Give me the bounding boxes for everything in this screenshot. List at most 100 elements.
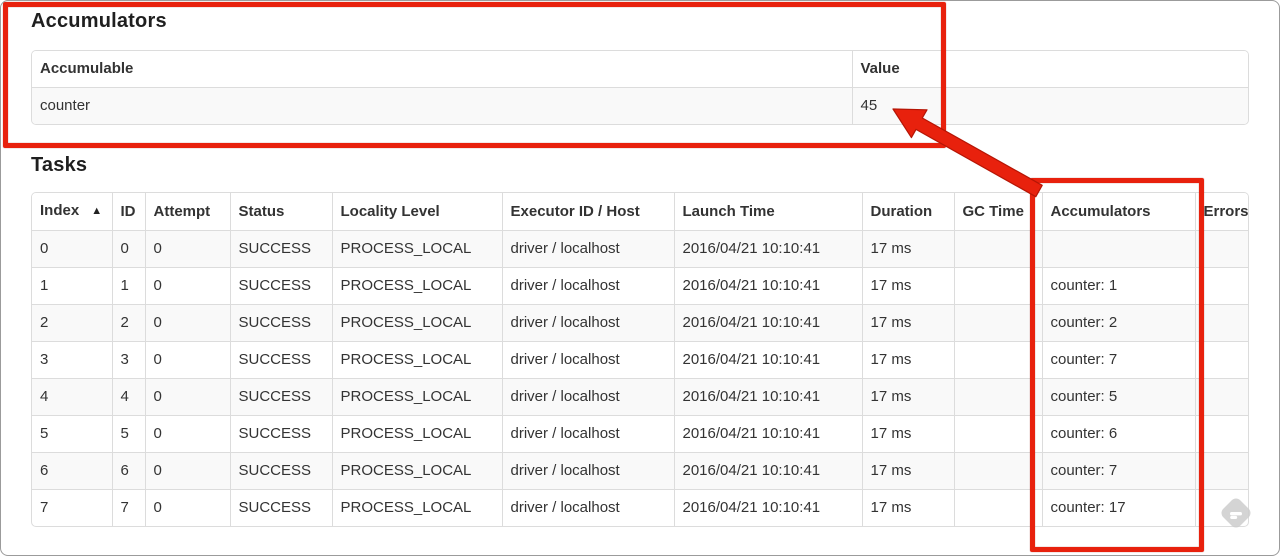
table-cell-errors — [1195, 267, 1248, 305]
column-header-label: Value — [860, 60, 900, 77]
column-header-label: GC Time — [962, 202, 1024, 220]
column-header-label: Accumulable — [40, 60, 134, 77]
table-cell-index: 3 — [32, 341, 113, 379]
table-cell-locality-level: PROCESS_LOCAL — [332, 341, 503, 379]
column-header-label: Locality Level — [340, 202, 440, 220]
column-header-duration[interactable]: Duration — [862, 193, 955, 231]
table-cell-status: SUCCESS — [230, 415, 333, 453]
table-cell-index: 2 — [32, 304, 113, 342]
table-cell-index: 1 — [32, 267, 113, 305]
column-header-label: Executor ID / Host — [510, 202, 640, 220]
column-header-label: Attempt — [153, 202, 211, 220]
table-row: 4 4 0 SUCCESS PROCESS_LOCAL driver / localhos… — [32, 378, 1248, 416]
column-header-label: Errors — [1203, 202, 1249, 220]
table-cell-attempt: 0 — [145, 267, 231, 305]
table-cell-accumulators — [1042, 230, 1196, 268]
table-cell-attempt: 0 — [145, 230, 231, 268]
page-frame: Accumulators Accumulable Value counter 45 T… — [0, 0, 1280, 556]
table-cell-index: 0 — [32, 230, 113, 268]
table-cell-attempt: 0 — [145, 304, 231, 342]
accumulators-section: Accumulators Accumulable Value counter 45 — [31, 10, 1249, 125]
table-cell-duration: 17 ms — [862, 378, 955, 416]
accumulators-section-title: Accumulators — [31, 10, 167, 32]
table-cell-locality-level: PROCESS_LOCAL — [332, 452, 503, 490]
page-content: Accumulators Accumulable Value counter 45 T… — [1, 1, 1279, 527]
column-header-locality-level[interactable]: Locality Level — [332, 193, 503, 231]
table-cell-id: 0 — [112, 230, 146, 268]
table-cell-launch-time: 2016/04/21 10:10:41 — [674, 489, 863, 526]
table-cell-id: 6 — [112, 452, 146, 490]
column-header-id[interactable]: ID — [112, 193, 146, 231]
table-cell-locality-level: PROCESS_LOCAL — [332, 267, 503, 305]
column-header-gc-time[interactable]: GC Time — [954, 193, 1043, 231]
table-cell-duration: 17 ms — [862, 230, 955, 268]
table-cell-status: SUCCESS — [230, 304, 333, 342]
table-cell-launch-time: 2016/04/21 10:10:41 — [674, 267, 863, 305]
table-cell-locality-level: PROCESS_LOCAL — [332, 304, 503, 342]
column-header-status[interactable]: Status — [230, 193, 333, 231]
table-cell-errors — [1195, 378, 1248, 416]
table-cell-index: 4 — [32, 378, 113, 416]
table-cell-launch-time: 2016/04/21 10:10:41 — [674, 452, 863, 490]
table-cell-errors — [1195, 304, 1248, 342]
table-cell-id: 2 — [112, 304, 146, 342]
table-cell-accumulators: counter: 7 — [1042, 341, 1196, 379]
table-cell-executor-id-host: driver / localhost — [502, 415, 675, 453]
table-cell-gc-time — [954, 415, 1043, 453]
table-cell-attempt: 0 — [145, 341, 231, 379]
table-row: 5 5 0 SUCCESS PROCESS_LOCAL driver / localhos… — [32, 415, 1248, 453]
table-cell-id: 4 — [112, 378, 146, 416]
table-cell-status: SUCCESS — [230, 267, 333, 305]
table-cell-errors — [1195, 341, 1248, 379]
table-row: 3 3 0 SUCCESS PROCESS_LOCAL driver / localhos… — [32, 341, 1248, 379]
column-header-executor-id-host[interactable]: Executor ID / Host — [502, 193, 675, 231]
table-cell-duration: 17 ms — [862, 341, 955, 379]
tasks-section: Tasks Index ▲ ID Attempt Status Locality Leve… — [31, 154, 1249, 527]
table-cell-value: 45 — [852, 87, 1248, 124]
table-cell-launch-time: 2016/04/21 10:10:41 — [674, 304, 863, 342]
table-cell-launch-time: 2016/04/21 10:10:41 — [674, 341, 863, 379]
table-row: 1 1 0 SUCCESS PROCESS_LOCAL driver / localhos… — [32, 267, 1248, 305]
table-cell-index: 5 — [32, 415, 113, 453]
header-row: Accumulable Value — [32, 51, 1248, 88]
table-cell-duration: 17 ms — [862, 267, 955, 305]
table-cell-duration: 17 ms — [862, 415, 955, 453]
column-header-launch-time[interactable]: Launch Time — [674, 193, 863, 231]
table-cell-executor-id-host: driver / localhost — [502, 489, 675, 526]
table-cell-executor-id-host: driver / localhost — [502, 378, 675, 416]
column-header-errors[interactable]: Errors — [1195, 193, 1249, 231]
tasks-table-container: Index ▲ ID Attempt Status Locality Level Execu… — [31, 192, 1249, 527]
table-cell-executor-id-host: driver / localhost — [502, 341, 675, 379]
table-cell-launch-time: 2016/04/21 10:10:41 — [674, 415, 863, 453]
column-header-label: Duration — [870, 202, 933, 220]
column-header-accumulators[interactable]: Accumulators — [1042, 193, 1196, 231]
table-cell-locality-level: PROCESS_LOCAL — [332, 489, 503, 526]
table-cell-launch-time: 2016/04/21 10:10:41 — [674, 378, 863, 416]
table-cell-accumulators: counter: 17 — [1042, 489, 1196, 526]
column-header-accumulable[interactable]: Accumulable — [32, 51, 853, 88]
table-cell-status: SUCCESS — [230, 489, 333, 526]
table-cell-accumulators: counter: 5 — [1042, 378, 1196, 416]
table-cell-index: 6 — [32, 452, 113, 490]
table-cell-duration: 17 ms — [862, 304, 955, 342]
table-cell-duration: 17 ms — [862, 452, 955, 490]
table-cell-gc-time — [954, 378, 1043, 416]
column-header-value[interactable]: Value — [852, 51, 1248, 88]
table-cell-errors — [1195, 230, 1248, 268]
table-cell-gc-time — [954, 489, 1043, 526]
table-cell-status: SUCCESS — [230, 341, 333, 379]
table-row: counter 45 — [32, 87, 1248, 124]
table-cell-accumulators: counter: 7 — [1042, 452, 1196, 490]
table-cell-gc-time — [954, 267, 1043, 305]
column-header-index[interactable]: Index ▲ — [32, 193, 113, 231]
table-cell-attempt: 0 — [145, 452, 231, 490]
table-cell-gc-time — [954, 304, 1043, 342]
table-cell-gc-time — [954, 452, 1043, 490]
column-header-attempt[interactable]: Attempt — [145, 193, 231, 231]
table-cell-errors — [1195, 415, 1248, 453]
table-cell-locality-level: PROCESS_LOCAL — [332, 230, 503, 268]
sort-ascending-icon: ▲ — [91, 205, 103, 217]
table-cell-duration: 17 ms — [862, 489, 955, 526]
accumulators-table: Accumulable Value counter 45 — [32, 51, 1248, 124]
table-cell-executor-id-host: driver / localhost — [502, 267, 675, 305]
